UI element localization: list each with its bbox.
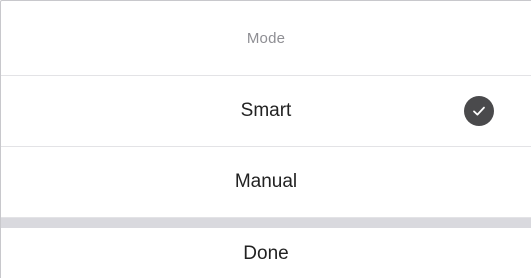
option-manual-label: Manual	[234, 171, 298, 192]
mode-action-sheet: Mode Smart Manual Done	[0, 0, 531, 278]
done-button-label: Done	[243, 242, 289, 264]
sheet-header: Mode	[1, 1, 531, 76]
section-divider	[1, 218, 531, 228]
checkmark-circle-icon	[464, 96, 494, 126]
sheet-title: Mode	[246, 29, 286, 47]
option-smart-label: Smart	[240, 100, 292, 121]
done-button[interactable]: Done	[1, 228, 531, 278]
option-manual[interactable]: Manual	[1, 147, 531, 218]
option-smart[interactable]: Smart	[1, 76, 531, 147]
checkmark-icon	[473, 106, 485, 116]
